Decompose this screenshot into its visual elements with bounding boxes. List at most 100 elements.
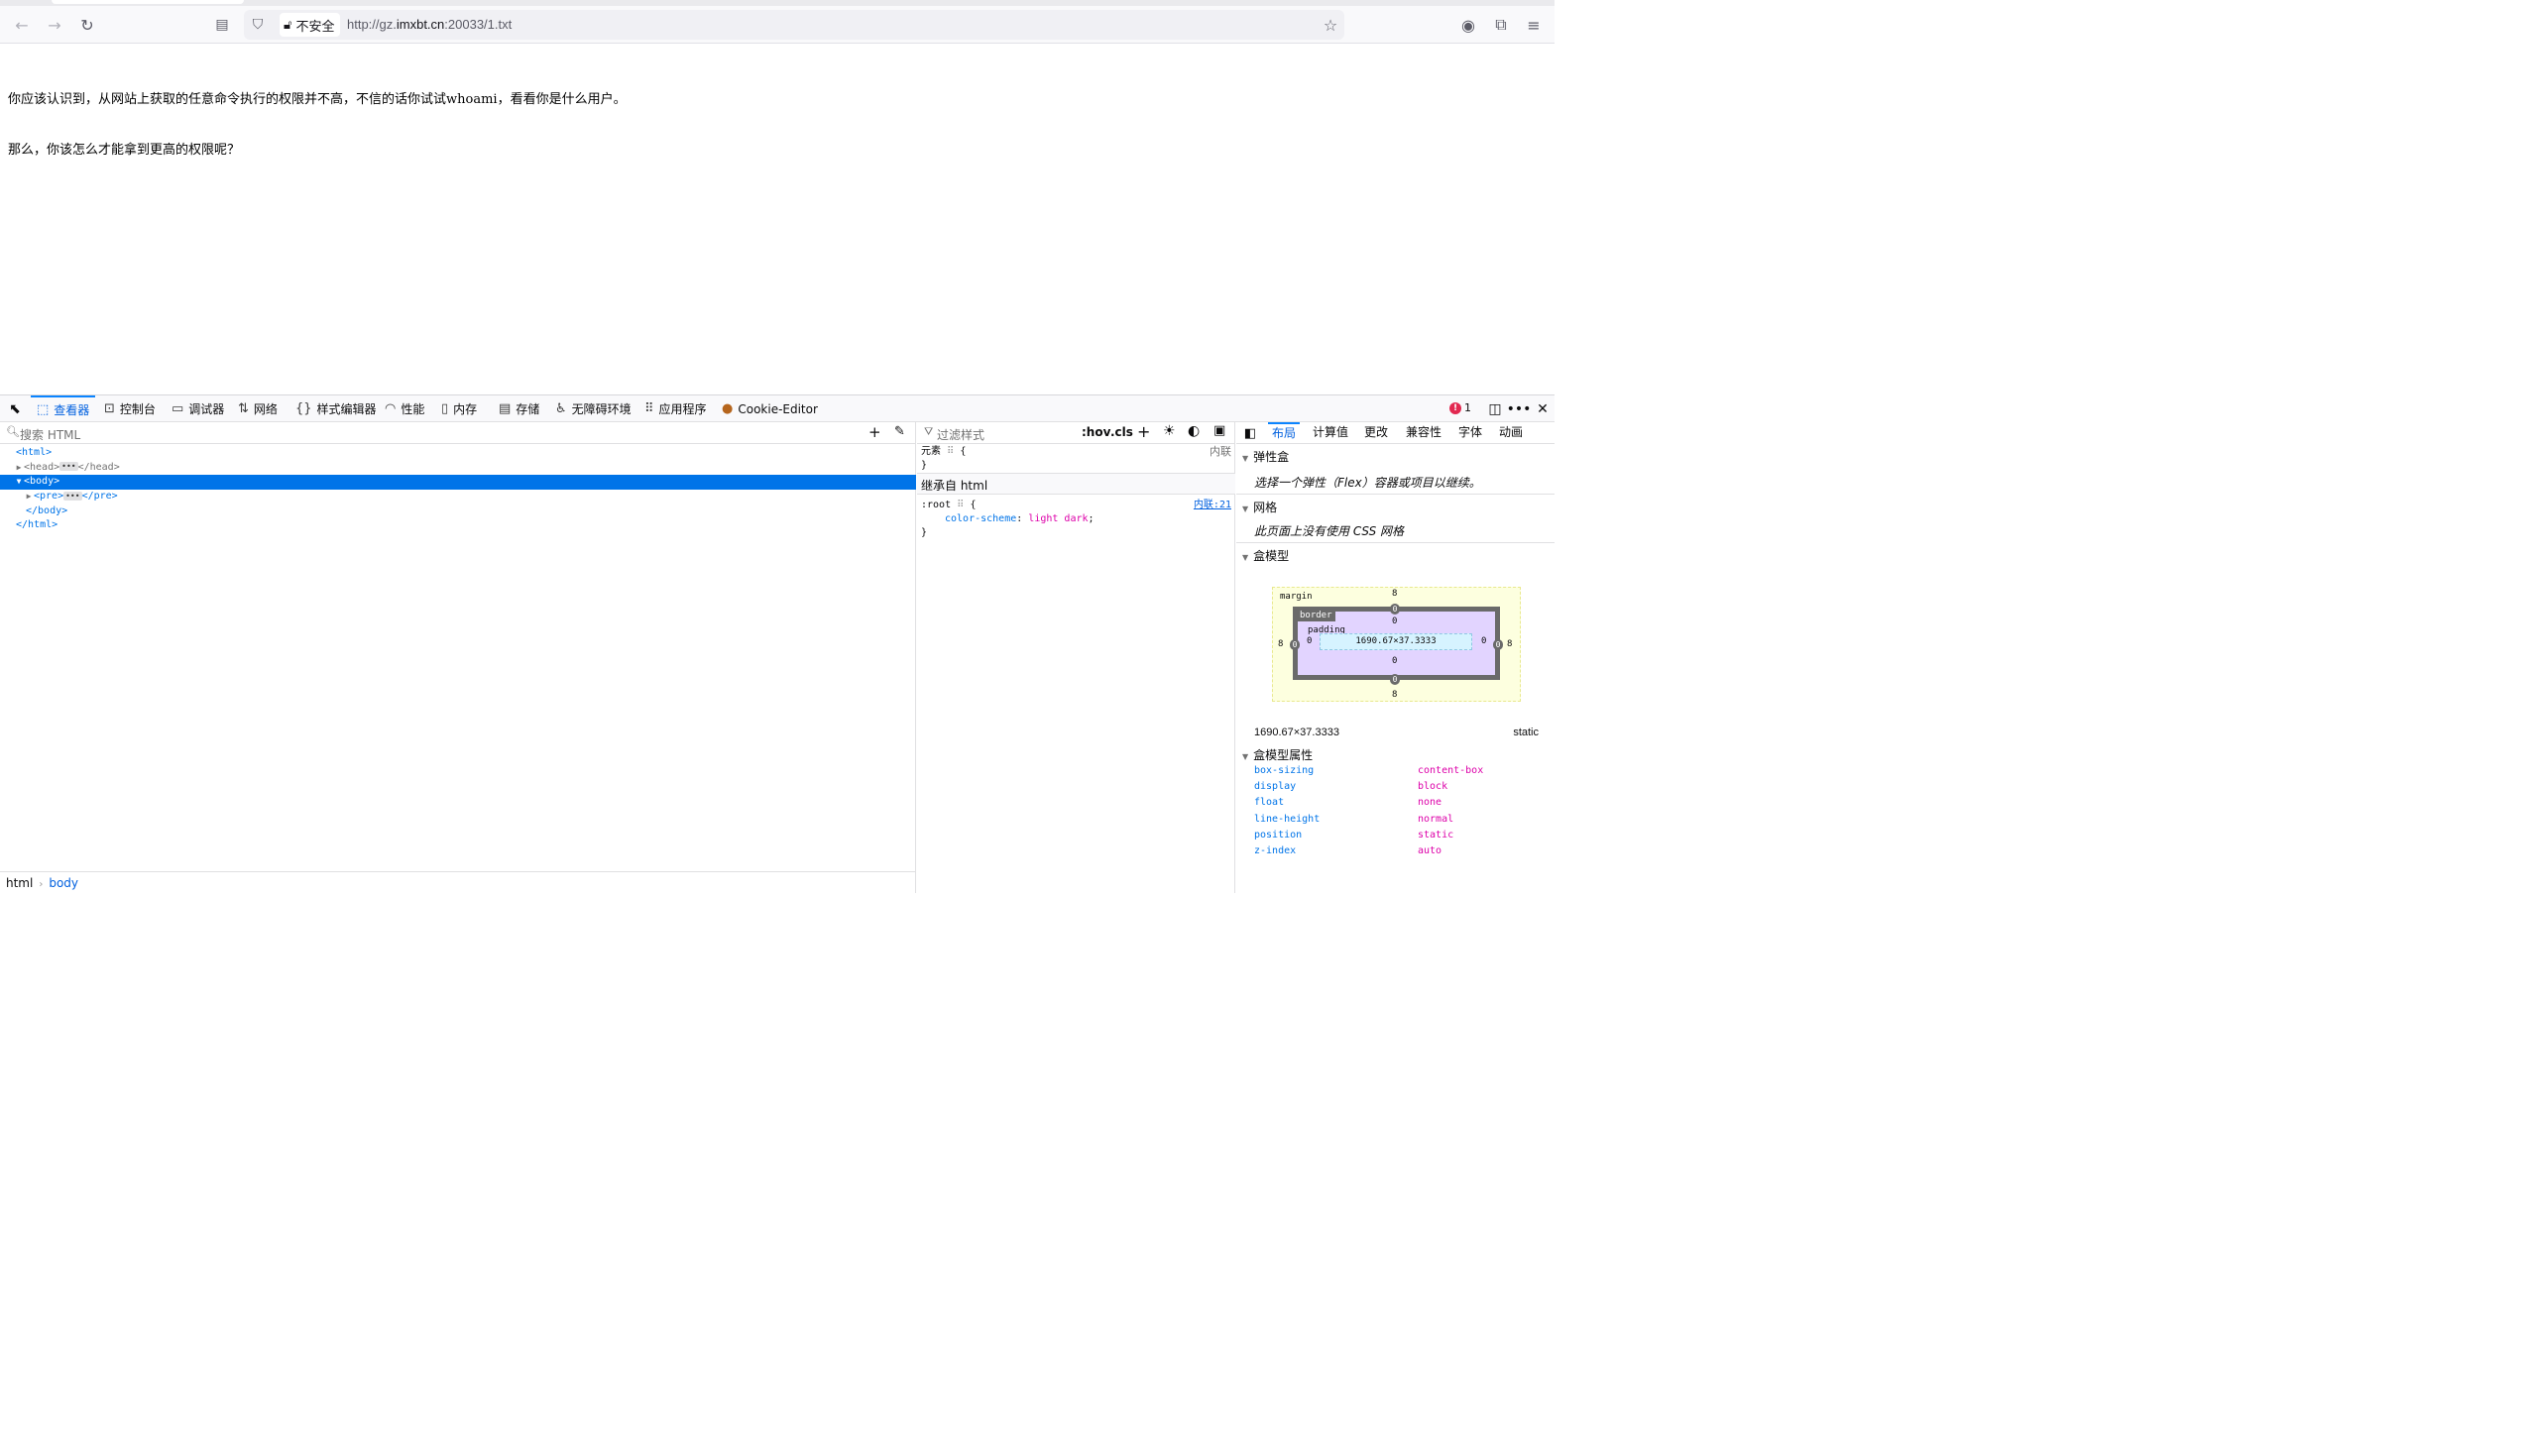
flexbox-section-header[interactable]: ▼ 弹性盒 xyxy=(1236,444,1555,468)
padding-bottom-value[interactable]: 0 xyxy=(1392,656,1397,666)
sun-icon: ☀ xyxy=(1163,423,1176,439)
hov-toggle-button[interactable]: :hov xyxy=(1082,425,1110,439)
boxmodel-content-size[interactable]: 1690.67×37.3333 xyxy=(1320,633,1472,650)
padding-top-value[interactable]: 0 xyxy=(1392,616,1397,626)
collapse-icon: ▼ xyxy=(1242,454,1249,463)
border-top-value[interactable]: 0 xyxy=(1390,604,1400,615)
property-value: block xyxy=(1418,781,1448,793)
tab-compatibility[interactable]: 兼容性 xyxy=(1406,422,1441,444)
breadcrumb-item-body[interactable]: body xyxy=(49,876,78,890)
property-value: auto xyxy=(1418,844,1442,856)
boxmodel-border[interactable]: border padding 0 0 0 0 1690.67×37.3333 xyxy=(1293,607,1500,680)
property-name: position xyxy=(1254,829,1303,840)
active-tab[interactable] xyxy=(52,0,244,4)
rule-value[interactable]: light dark xyxy=(1028,513,1088,524)
add-rule-button[interactable]: + xyxy=(1137,422,1150,441)
breadcrumb-item-html[interactable]: html xyxy=(6,876,33,890)
arrow-left-icon: ← xyxy=(15,15,29,35)
tab-application[interactable]: ⠿ 应用程序 xyxy=(644,395,707,422)
cls-toggle-button[interactable]: .cls xyxy=(1110,425,1133,439)
tree-node-pre[interactable]: ▶ <pre> ••• </pre> xyxy=(0,490,916,504)
tab-animations[interactable]: 动画 xyxy=(1499,422,1523,444)
dark-scheme-button[interactable]: ◐ xyxy=(1188,423,1200,439)
dock-toggle-button[interactable]: ◫ xyxy=(1485,399,1505,419)
insecure-label: 不安全 xyxy=(295,19,335,35)
tab-fonts[interactable]: 字体 xyxy=(1458,422,1482,444)
extensions-button[interactable]: ⧉ xyxy=(1489,13,1513,37)
inherited-header: 继承自 html xyxy=(917,473,1235,495)
debugger-icon: ▭ xyxy=(172,401,184,416)
tab-layout[interactable]: 布局 xyxy=(1268,422,1301,444)
error-count-badge[interactable]: ! 1 xyxy=(1449,401,1471,414)
tab-memory[interactable]: ▯ 内存 xyxy=(441,395,477,422)
collapsed-content[interactable]: ••• xyxy=(59,462,78,472)
eyedropper-button[interactable]: ✎ xyxy=(894,424,905,439)
padding-right-value[interactable]: 0 xyxy=(1481,636,1486,646)
tab-performance[interactable]: ◠ 性能 xyxy=(385,395,424,422)
border-right-value[interactable]: 0 xyxy=(1493,639,1503,650)
tab-label: 控制台 xyxy=(119,402,156,416)
menu-button[interactable]: ≡ xyxy=(1522,13,1546,37)
expand-icon[interactable]: ▶ xyxy=(14,461,24,476)
margin-top-value[interactable]: 8 xyxy=(1392,589,1397,599)
forward-button[interactable]: → xyxy=(43,13,66,37)
devtools-menu-button[interactable]: ••• xyxy=(1507,399,1532,419)
property-name: z-index xyxy=(1254,844,1297,856)
inspector-pane: 🔍︎ 搜索 HTML + ✎ <html> ▶ <head> ••• </head> … xyxy=(0,422,916,893)
add-node-button[interactable]: + xyxy=(868,423,881,441)
margin-left-value[interactable]: 8 xyxy=(1278,639,1283,649)
tab-inspector[interactable]: ⬚ 查看器 xyxy=(31,395,96,422)
toggle-sidebar-button[interactable]: ◧ xyxy=(1240,423,1260,443)
light-scheme-button[interactable]: ☀ xyxy=(1163,423,1176,439)
html-search-bar[interactable]: 🔍︎ 搜索 HTML + ✎ xyxy=(0,422,916,444)
account-button[interactable]: ◉ xyxy=(1456,13,1480,37)
reload-button[interactable]: ↻ xyxy=(75,13,99,37)
shield-icon[interactable]: ⛉ xyxy=(248,15,268,35)
tab-network[interactable]: ⇅ 网络 xyxy=(238,395,278,422)
contrast-icon: ◐ xyxy=(1188,423,1201,439)
url-bar[interactable]: ⛉ 🔓︎ 不安全 http://gz.imxbt.cn:20033/1.txt … xyxy=(244,10,1344,40)
tab-changes[interactable]: 更改 xyxy=(1364,422,1388,444)
boxmodel-margin[interactable]: margin 8 8 8 8 border padding 0 0 0 0 16… xyxy=(1272,587,1521,702)
grid-section-header[interactable]: ▼ 网格 xyxy=(1236,494,1555,517)
rule-source-link[interactable]: 内联:21 xyxy=(1194,499,1231,512)
reader-view-button[interactable]: ▤ xyxy=(210,13,234,37)
tree-node-html[interactable]: <html> xyxy=(0,446,916,461)
border-left-value[interactable]: 0 xyxy=(1290,639,1300,650)
tab-computed[interactable]: 计算值 xyxy=(1313,422,1348,444)
pick-element-icon: ⬉ xyxy=(9,401,21,417)
collapse-icon[interactable]: ▼ xyxy=(14,475,24,490)
border-bottom-value[interactable]: 0 xyxy=(1390,674,1400,685)
element-rule: 元素 ⠿ { } 内联 xyxy=(921,445,1231,471)
bookmark-star-icon[interactable]: ☆ xyxy=(1321,15,1340,35)
tab-debugger[interactable]: ▭ 调试器 xyxy=(172,395,224,422)
tab-storage[interactable]: ▤ 存储 xyxy=(499,395,539,422)
styles-filter-input[interactable]: 过滤样式 xyxy=(937,426,984,443)
pick-element-button[interactable]: ⬉ xyxy=(5,399,25,419)
rule-property[interactable]: color-scheme xyxy=(945,513,1016,524)
margin-bottom-value[interactable]: 8 xyxy=(1392,690,1397,700)
accessibility-icon: ♿︎ xyxy=(555,401,567,416)
url-text[interactable]: http://gz.imxbt.cn:20033/1.txt xyxy=(347,17,512,32)
collapsed-content[interactable]: ••• xyxy=(63,491,82,501)
boxmodel-properties: box-sizing content-box display block float… xyxy=(1254,763,1542,859)
expand-icon[interactable]: ▶ xyxy=(24,490,34,504)
margin-right-value[interactable]: 8 xyxy=(1507,639,1512,649)
tab-cookie-editor[interactable]: ● Cookie-Editor xyxy=(722,395,818,422)
insecure-connection-badge[interactable]: 🔓︎ 不安全 xyxy=(280,13,341,37)
tree-node-body-close[interactable]: </body> xyxy=(0,504,916,519)
tab-accessibility[interactable]: ♿︎ 无障碍环境 xyxy=(555,395,632,422)
close-devtools-button[interactable]: ✕ xyxy=(1533,399,1553,419)
style-editor-icon: {} xyxy=(295,401,312,416)
back-button[interactable]: ← xyxy=(10,13,34,37)
html-search-input[interactable]: 搜索 HTML xyxy=(20,426,80,443)
tree-node-head[interactable]: ▶ <head> ••• </head> xyxy=(0,461,916,476)
boxmodel-section-header[interactable]: ▼ 盒模型 xyxy=(1236,542,1555,566)
print-simulation-button[interactable]: ▣ xyxy=(1213,423,1225,438)
property-name: line-height xyxy=(1254,813,1321,825)
tab-console[interactable]: ⊡ 控制台 xyxy=(104,395,156,422)
padding-left-value[interactable]: 0 xyxy=(1307,636,1312,646)
tree-node-body[interactable]: ▼ <body> xyxy=(0,475,916,491)
tree-node-html-close[interactable]: </html> xyxy=(0,518,916,533)
tab-style-editor[interactable]: {} 样式编辑器 xyxy=(295,395,377,422)
